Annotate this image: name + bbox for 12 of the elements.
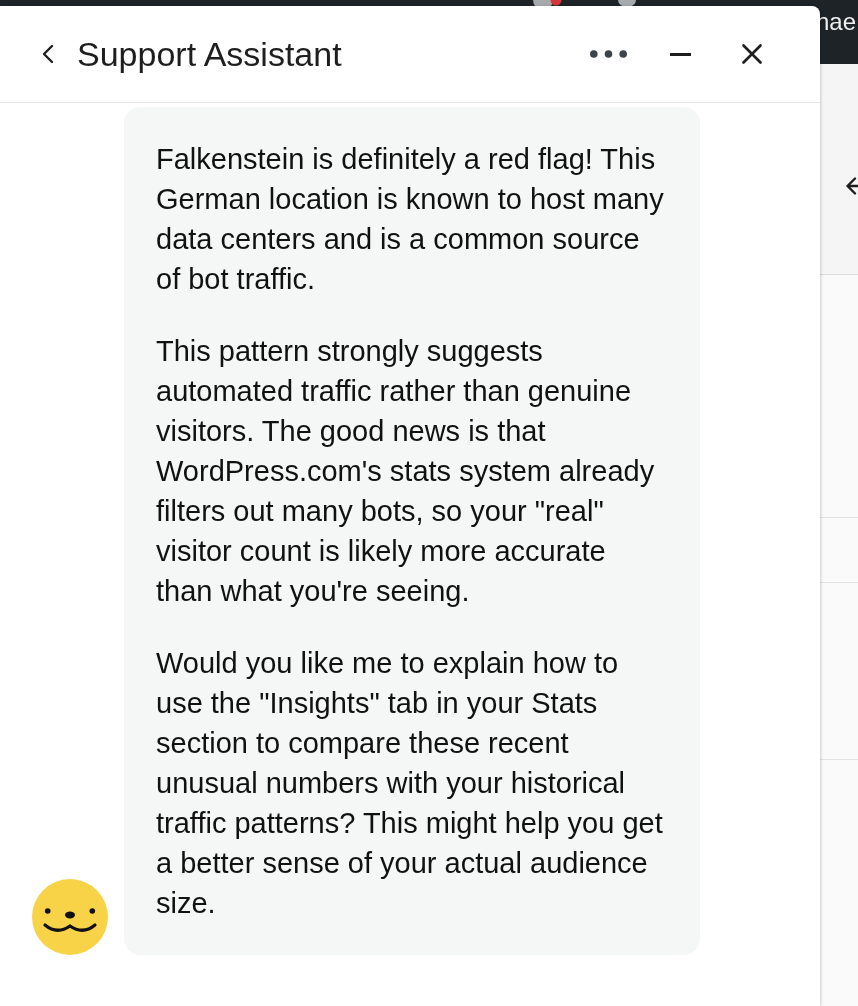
arrow-left-icon[interactable]: [845, 177, 858, 195]
message-paragraph: This pattern strongly suggests automated traffic rather than genuine visitors. The good news is that WordPress.com's stats system already filters out many bots, so your "real" visitor count is likely more accurate than what you're seeing.: [156, 334, 656, 609]
avatar-icon[interactable]: [531, 0, 563, 7]
chevron-left-icon: [42, 44, 54, 64]
round-toolbar-icon[interactable]: [618, 0, 636, 6]
more-horizontal-icon: [589, 50, 627, 58]
window-title: Support Assistant: [77, 34, 342, 75]
message-paragraph: Would you like me to explain how to use the "Insights" tab in your Stats section to compare these recent unusual numbers with your historical traffic patterns? This might help you get a better sense of your actual audience size.: [156, 646, 664, 921]
minimize-icon: [669, 52, 691, 56]
close-icon: [742, 44, 762, 64]
smiley-face-avatar-icon: [32, 879, 108, 955]
message-paragraph: Falkenstein is definitely a red flag! This German location is known to host many data centers and is a common source of bot traffic.: [156, 142, 665, 297]
